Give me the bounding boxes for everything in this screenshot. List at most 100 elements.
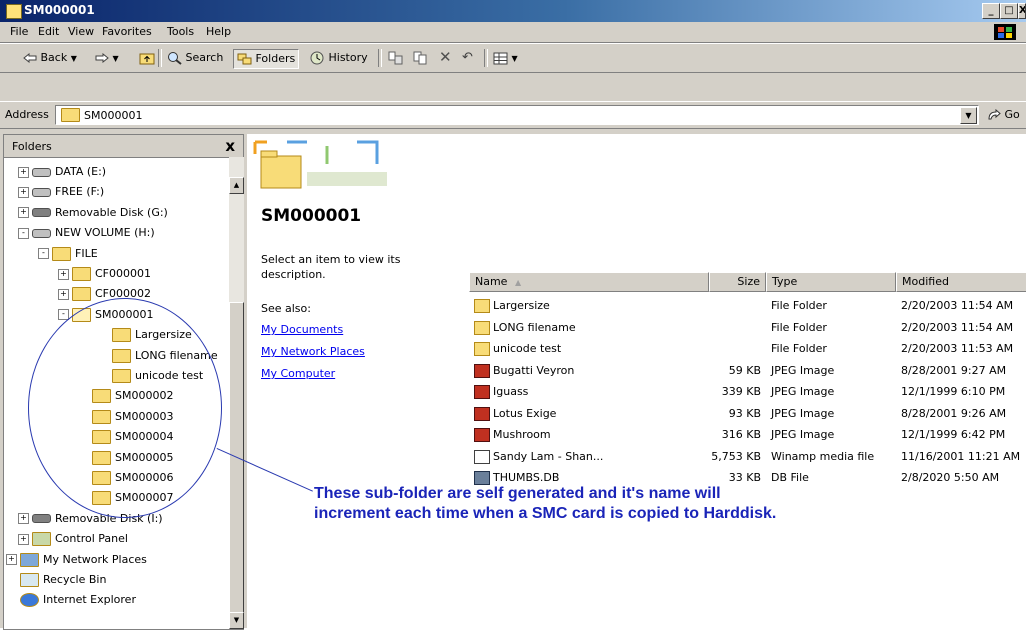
file-row[interactable]: Sandy Lam - Shan... <box>474 447 603 467</box>
file-row[interactable]: Largersize <box>474 296 550 316</box>
up-folder-button[interactable] <box>136 49 158 67</box>
removable-disk-icon <box>32 208 51 218</box>
file-name: unicode test <box>493 342 562 355</box>
tree-item[interactable]: - FILE <box>38 245 98 263</box>
tree-item-label: Removable Disk (G:) <box>55 205 168 219</box>
tree-item[interactable]: + Control Panel <box>18 530 128 548</box>
forward-arrow-icon <box>95 53 109 63</box>
file-row[interactable]: Lotus Exige <box>474 404 556 424</box>
expand-icon[interactable]: + <box>18 166 29 178</box>
forward-button[interactable]: ▼ <box>92 49 122 67</box>
back-button[interactable]: Back ▼ <box>20 49 80 67</box>
file-row[interactable]: unicode test <box>474 339 561 359</box>
close-button[interactable]: X <box>1018 3 1026 19</box>
file-row[interactable]: LONG filename <box>474 318 576 338</box>
menu-help[interactable]: Help <box>206 25 231 38</box>
column-header-size[interactable]: Size <box>709 272 766 292</box>
annotation-text: These sub-folder are self generated and … <box>314 485 777 522</box>
link-my-network-places[interactable]: My Network Places <box>261 345 365 358</box>
folder-icon <box>474 342 490 356</box>
file-size <box>709 296 761 316</box>
tree-item[interactable]: + My Network Places <box>6 551 147 569</box>
link-my-computer[interactable]: My Computer <box>261 367 335 380</box>
title-bar[interactable]: SM000001 _ □ X <box>0 0 1026 22</box>
tree-item[interactable]: + DATA (E:) <box>18 163 106 181</box>
tree-item-label: Control Panel <box>55 532 128 546</box>
folders-button[interactable]: Folders <box>233 49 300 69</box>
hard-drive-icon <box>32 228 51 238</box>
standard-toolbar: Back ▼ ▼ Search Folders History ✕ ↶ ▼ <box>0 43 1026 73</box>
expand-icon[interactable]: + <box>18 533 29 545</box>
tree-item-label: Recycle Bin <box>43 573 107 586</box>
scroll-down-icon[interactable]: ▼ <box>229 612 244 629</box>
history-icon <box>310 51 324 65</box>
tree-item[interactable]: + CF000001 <box>58 265 151 283</box>
menu-favorites[interactable]: Favorites <box>102 25 152 38</box>
copy-to-button[interactable] <box>410 49 431 67</box>
minimize-button[interactable]: _ <box>982 3 1000 19</box>
delete-icon[interactable]: ✕ <box>436 49 455 67</box>
history-label: History <box>328 51 368 64</box>
tree-item[interactable]: Internet Explorer <box>6 591 136 609</box>
maximize-button[interactable]: □ <box>1000 3 1018 19</box>
scroll-up-icon[interactable]: ▲ <box>229 177 244 194</box>
link-my-documents[interactable]: My Documents <box>261 323 343 336</box>
undo-icon[interactable]: ↶ <box>459 49 476 67</box>
views-dropdown-icon: ▼ <box>511 54 518 63</box>
move-to-button[interactable] <box>385 49 406 67</box>
menu-view[interactable]: View <box>68 25 94 38</box>
search-label: Search <box>185 51 224 64</box>
tree-item-label: FILE <box>75 246 98 260</box>
address-input[interactable]: SM000001 ▼ <box>55 105 979 125</box>
history-button[interactable]: History <box>307 49 371 67</box>
jpeg-image-icon <box>474 363 490 378</box>
folders-icon <box>237 53 252 65</box>
column-header-modified[interactable]: Modified <box>896 272 1026 292</box>
file-row[interactable]: Mushroom <box>474 425 551 445</box>
file-row[interactable]: Bugatti Veyron <box>474 361 574 381</box>
tree-item[interactable]: - NEW VOLUME (H:) <box>18 224 155 242</box>
tree-item[interactable]: Recycle Bin <box>6 571 106 589</box>
move-to-icon <box>388 51 403 65</box>
views-button[interactable]: ▼ <box>490 49 521 67</box>
collapse-icon[interactable]: - <box>38 248 49 260</box>
file-size <box>709 318 761 338</box>
scrollbar-thumb[interactable] <box>229 302 244 624</box>
search-button[interactable]: Search <box>164 49 226 67</box>
menu-file[interactable]: File <box>10 25 28 38</box>
file-row[interactable]: Iguass <box>474 382 528 402</box>
tree-scrollbar[interactable]: ▲ ▼ <box>229 157 244 629</box>
tree-item[interactable]: + Removable Disk (G:) <box>18 204 168 222</box>
expand-icon[interactable]: + <box>18 186 29 198</box>
file-modified: 2/20/2003 11:53 AM <box>901 342 1014 355</box>
collapse-icon[interactable]: - <box>18 227 29 239</box>
address-value: SM000001 <box>84 109 143 122</box>
jpeg-image-icon <box>474 406 490 421</box>
address-bar: Address SM000001 ▼ Go <box>0 101 1026 129</box>
file-type: Winamp media file <box>771 449 875 463</box>
explorer-window: SM000001 _ □ X File Edit View Favorites … <box>0 0 1026 630</box>
column-header-type[interactable]: Type <box>766 272 896 292</box>
file-type: JPEG Image <box>771 363 835 377</box>
close-pane-button[interactable]: x <box>225 137 235 155</box>
file-name: LONG filename <box>493 320 576 334</box>
tree-item-label: Internet Explorer <box>43 593 136 607</box>
file-modified: 8/28/2001 9:26 AM <box>901 406 1007 420</box>
go-button[interactable]: Go <box>987 108 1020 121</box>
expand-icon[interactable]: + <box>18 207 29 219</box>
expand-icon[interactable]: + <box>6 554 17 566</box>
expand-icon[interactable]: + <box>18 513 29 525</box>
expand-icon[interactable]: + <box>58 268 69 280</box>
menu-edit[interactable]: Edit <box>38 25 59 38</box>
expand-icon[interactable]: + <box>58 288 69 300</box>
chevron-down-icon[interactable]: ▼ <box>960 107 977 124</box>
tree-item[interactable]: + FREE (F:) <box>18 183 104 201</box>
menu-tools[interactable]: Tools <box>167 25 194 38</box>
sort-ascending-icon: ▲ <box>514 278 522 287</box>
file-type: JPEG Image <box>771 428 835 441</box>
folder-icon <box>474 320 490 335</box>
file-name: Iguass <box>493 385 529 398</box>
column-header-name[interactable]: Name ▲ <box>469 272 709 292</box>
file-modified: 2/20/2003 11:54 AM <box>901 320 1014 334</box>
folder-icon <box>52 246 71 261</box>
